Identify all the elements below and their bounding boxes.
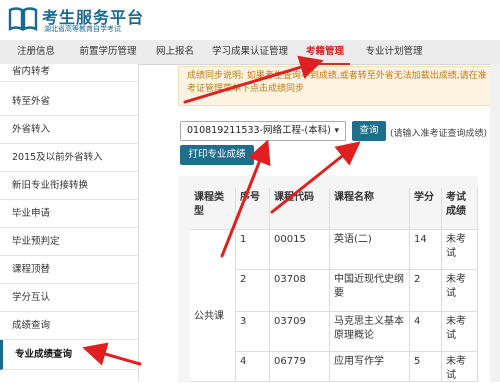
book-icon (8, 7, 38, 31)
table-cell-credit: 14 (410, 230, 442, 270)
query-button[interactable]: 查询 (352, 121, 386, 141)
table-cell-code: 00015 (270, 230, 330, 270)
nav-item-major-plan[interactable]: 专业计划管理 (360, 40, 428, 64)
table-header-credit: 学分 (410, 188, 442, 230)
sidebar-item-credit-recognition[interactable]: 学分互认 (0, 284, 138, 312)
nav-item-learning-certification[interactable]: 学习成果认证管理 (208, 40, 292, 64)
print-scores-button[interactable]: 打印专业成绩 (180, 145, 254, 165)
top-nav: 注册信息 前置学历管理 网上报名 学习成果认证管理 考籍管理 专业计划管理 (0, 40, 500, 65)
table-cell-score: 未考试 (442, 270, 478, 312)
table-cell-no: 2 (236, 270, 270, 312)
table-cell-no: 1 (236, 230, 270, 270)
table-cell-score: 未考试 (442, 230, 478, 270)
table-cell-no: 3 (236, 312, 270, 352)
sidebar-item-transfer-in[interactable]: 外省转入 (0, 116, 138, 144)
sync-notice: 成绩同步说明: 如果考生查询不到成绩,或者转至外省无法加载出成绩,请在准考证管理… (178, 66, 500, 106)
sidebar-item-pre2015-transfer-in[interactable]: 2015及以前外省转入 (0, 144, 138, 172)
nav-item-enrollment-management[interactable]: 考籍管理 (300, 40, 350, 65)
table-cell-score: 未考试 (442, 352, 478, 382)
table-cell-no: 4 (236, 352, 270, 382)
nav-item-register[interactable]: 注册信息 (10, 40, 62, 64)
exam-ticket-select-value: 010819211533-网络工程-(本科) (187, 125, 331, 136)
exam-ticket-select[interactable]: 010819211533-网络工程-(本科) ▾ (180, 121, 346, 141)
table-cell-credit: 4 (410, 312, 442, 352)
sidebar-item-course-substitute[interactable]: 课程顶替 (0, 256, 138, 284)
table-header-no: 序号 (236, 188, 270, 230)
table-cell-score: 未考试 (442, 312, 478, 352)
sidebar-item-province-transfer[interactable]: 省内转考 (0, 64, 138, 82)
table-group-public: 公共课 (190, 230, 236, 382)
score-table: 课程类型 序号 课程代码 课程名称 学分 考试成绩 公共课 1 00015 英语… (178, 176, 478, 382)
sidebar-item-graduation-prejudge[interactable]: 毕业预判定 (0, 228, 138, 256)
sidebar-item-major-score-query[interactable]: 专业成绩查询 (0, 340, 138, 370)
nav-item-online-registration[interactable]: 网上报名 (150, 40, 200, 64)
nav-item-prior-education[interactable]: 前置学历管理 (74, 40, 142, 64)
sidebar-item-major-conversion[interactable]: 新旧专业衔接转换 (0, 172, 138, 200)
table-cell-credit: 5 (410, 352, 442, 382)
table-cell-code: 03708 (270, 270, 330, 312)
header: 考生服务平台 湖北省高等教育自学考试 (0, 0, 500, 40)
chevron-down-icon: ▾ (334, 126, 339, 136)
table-cell-name: 马克思主义基本原理概论 (330, 312, 410, 352)
sidebar-item-graduation-apply[interactable]: 毕业申请 (0, 200, 138, 228)
table-header-name: 课程名称 (330, 188, 410, 230)
table-header-course-type: 课程类型 (190, 188, 236, 230)
table-header-code: 课程代码 (270, 188, 330, 230)
table-cell-code: 03709 (270, 312, 330, 352)
table-cell-name: 英语(二) (330, 230, 410, 270)
table-cell-credit: 2 (410, 270, 442, 312)
sidebar-item-score-query[interactable]: 成绩查询 (0, 312, 138, 340)
site-subtitle: 湖北省高等教育自学考试 (44, 25, 121, 33)
sidebar: 省内转考 转至外省 外省转入 2015及以前外省转入 新旧专业衔接转换 毕业申请… (0, 64, 139, 382)
table-cell-code: 06779 (270, 352, 330, 382)
table-cell-name: 中国近现代史纲要 (330, 270, 410, 312)
table-cell-name: 应用写作学 (330, 352, 410, 382)
page-scrollbar[interactable] (490, 64, 500, 382)
query-hint: (请输入准考证查询成绩) (390, 129, 488, 139)
sidebar-item-transfer-out[interactable]: 转至外省 (0, 88, 138, 116)
table-header-score: 考试成绩 (442, 188, 478, 230)
